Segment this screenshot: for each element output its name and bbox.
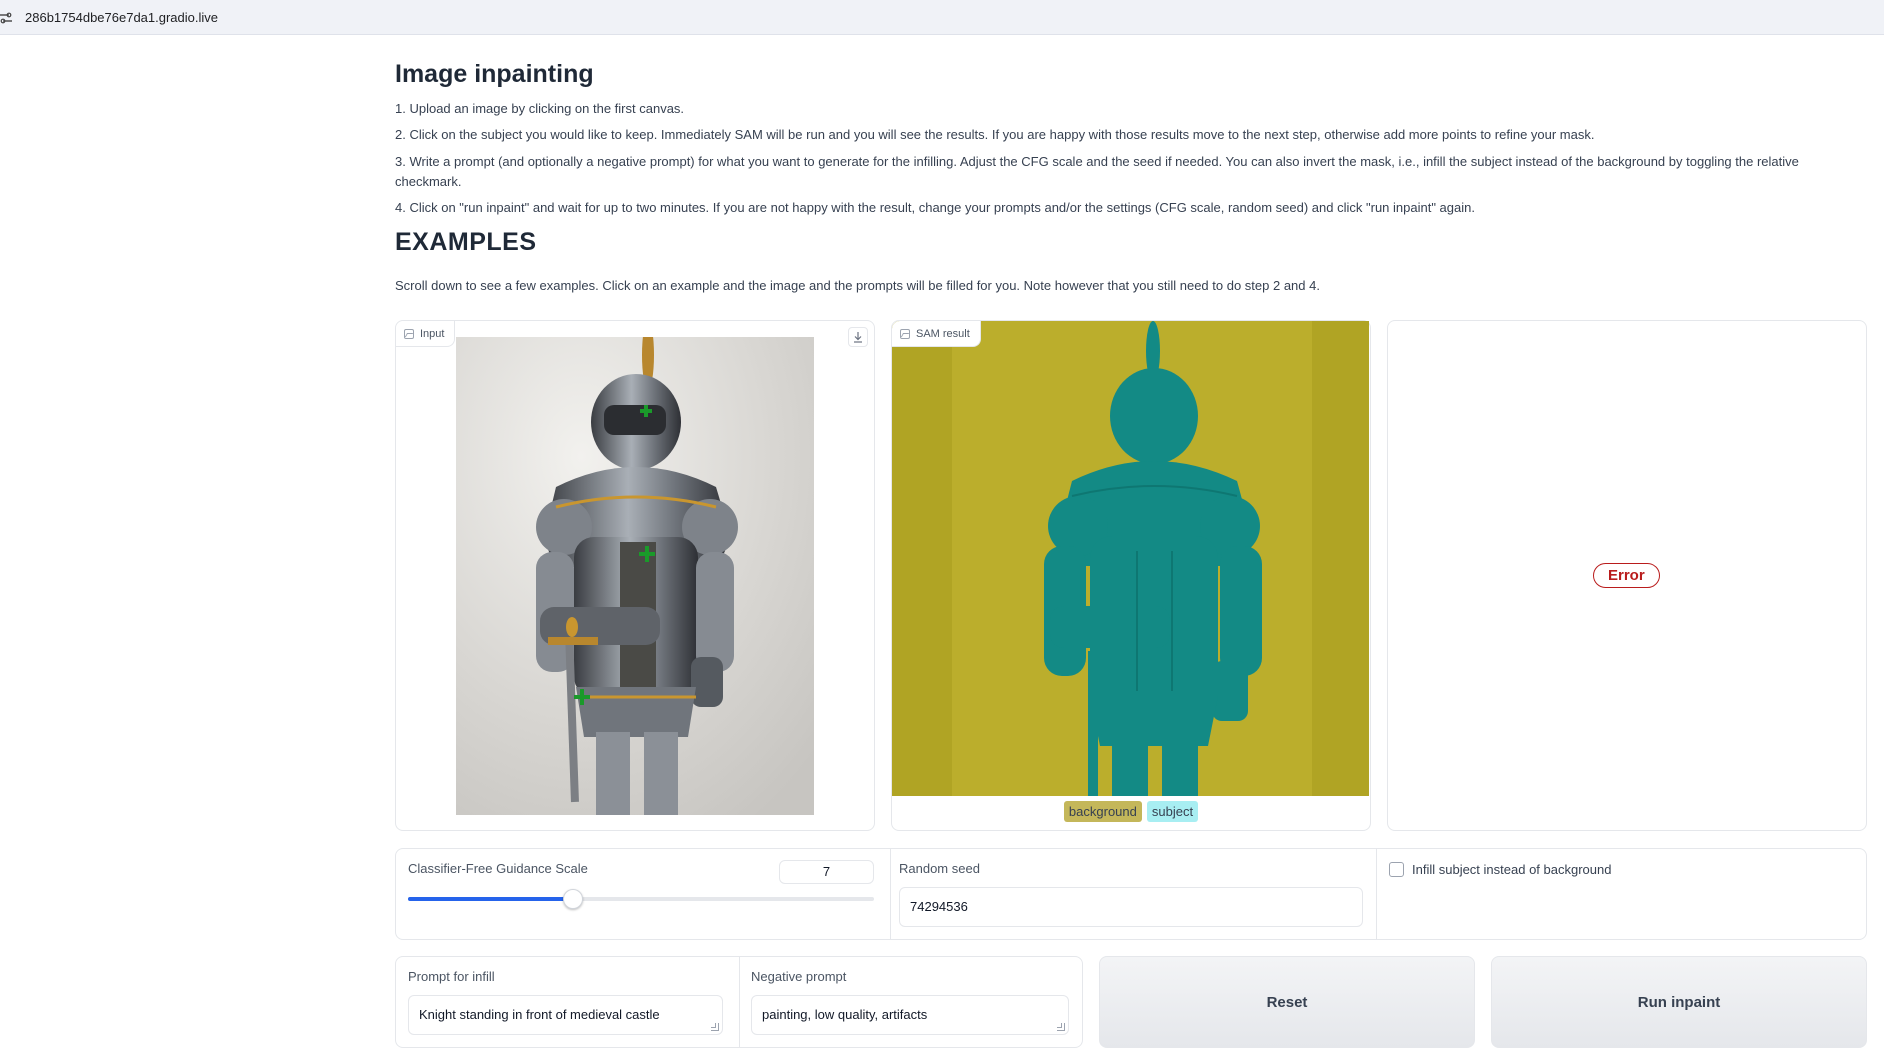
cfg-scale-number-input[interactable]: 7 (779, 860, 874, 884)
cfg-scale-slider-thumb[interactable] (563, 889, 583, 909)
divider (890, 849, 891, 939)
prompt-text: Knight standing in front of medieval cas… (419, 1007, 660, 1022)
prompt-textarea[interactable]: Knight standing in front of medieval cas… (408, 995, 723, 1035)
download-button[interactable] (848, 327, 868, 347)
cfg-scale-slider-fill (408, 897, 573, 901)
prompts-panel: Prompt for infill Knight standing in fro… (395, 956, 1083, 1048)
sam-result-panel: SAM result background subject (891, 320, 1371, 831)
instruction-step-4: 4. Click on "run inpaint" and wait for u… (395, 200, 1475, 215)
sam-label: SAM result (916, 327, 970, 340)
image-icon (900, 328, 910, 339)
instruction-step-2: 2. Click on the subject you would like t… (395, 127, 1595, 142)
prompt-label: Prompt for infill (408, 969, 495, 984)
input-image-panel[interactable]: Input (395, 320, 875, 831)
page-title: Image inpainting (395, 60, 594, 88)
input-label: Input (420, 327, 445, 340)
input-label-tag: Input (396, 321, 456, 347)
negative-prompt-label: Negative prompt (751, 969, 847, 984)
input-image-canvas[interactable] (456, 337, 814, 815)
infill-subject-checkbox[interactable] (1389, 862, 1404, 877)
controls-row: Classifier-Free Guidance Scale 7 Random … (395, 848, 1867, 940)
resize-handle-icon[interactable] (711, 1023, 719, 1031)
negative-prompt-text: painting, low quality, artifacts (762, 1007, 928, 1022)
random-seed-input[interactable]: 74294536 (899, 887, 1363, 927)
site-settings-icon[interactable] (0, 12, 12, 24)
mask-legend: background subject (892, 801, 1370, 822)
instruction-step-1: 1. Upload an image by clicking on the fi… (395, 101, 685, 116)
error-badge: Error (1593, 563, 1660, 588)
sam-label-tag: SAM result (892, 321, 981, 347)
infill-subject-label[interactable]: Infill subject instead of background (1412, 862, 1611, 877)
divider (739, 957, 740, 1047)
legend-subject: subject (1146, 801, 1199, 822)
divider (1376, 849, 1377, 939)
browser-address-bar[interactable]: 286b1754dbe76e7da1.gradio.live (0, 0, 1884, 35)
examples-note: Scroll down to see a few examples. Click… (395, 278, 1320, 293)
knight-photo (456, 337, 814, 815)
reset-button[interactable]: Reset (1099, 956, 1475, 1048)
resize-handle-icon[interactable] (1057, 1023, 1065, 1031)
url-text[interactable]: 286b1754dbe76e7da1.gradio.live (25, 10, 218, 25)
output-panel: Error (1387, 320, 1867, 831)
examples-heading: EXAMPLES (395, 228, 537, 256)
download-icon (854, 331, 862, 343)
legend-background: background (1063, 801, 1142, 822)
cfg-scale-label: Classifier-Free Guidance Scale (408, 861, 588, 876)
run-inpaint-button[interactable]: Run inpaint (1491, 956, 1867, 1048)
sam-mask-image (892, 321, 1369, 796)
image-icon (404, 328, 414, 339)
negative-prompt-textarea[interactable]: painting, low quality, artifacts (751, 995, 1069, 1035)
instruction-step-3: 3. Write a prompt (and optionally a nega… (395, 154, 1799, 189)
random-seed-label: Random seed (899, 861, 980, 876)
